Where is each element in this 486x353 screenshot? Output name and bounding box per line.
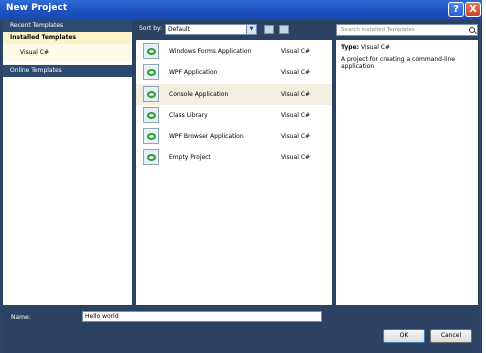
template-item-wpf[interactable]: WPF Application Visual C# — [136, 62, 332, 83]
close-button[interactable]: X — [465, 2, 481, 17]
project-name-input[interactable]: Hello world — [82, 311, 322, 322]
wpf-application-icon — [143, 64, 159, 80]
template-name: WPF Browser Application — [169, 133, 244, 140]
template-item-empty-project[interactable]: Empty Project Visual C# — [136, 147, 332, 168]
title-bar[interactable]: New Project ? X — [0, 0, 482, 20]
template-language: Visual C# — [281, 48, 311, 55]
windows-forms-icon — [143, 43, 159, 59]
window-title: New Project — [6, 3, 68, 13]
wpf-browser-icon — [143, 128, 159, 144]
new-project-dialog: New Project ? X Recent Templates Install… — [0, 0, 482, 353]
template-item-wpf-browser[interactable]: WPF Browser Application Visual C# — [136, 126, 332, 147]
window-edge — [482, 0, 486, 353]
empty-project-icon — [143, 149, 159, 165]
template-list: Windows Forms Application Visual C# WPF … — [136, 40, 332, 305]
sort-label: Sort by: — [139, 25, 163, 32]
online-templates-item[interactable]: Online Templates — [3, 65, 132, 77]
type-label: Type: — [341, 44, 360, 51]
template-details-pane: Type: Visual C# A project for creating a… — [336, 40, 478, 305]
template-name: Console Application — [169, 91, 229, 98]
sort-dropdown[interactable]: Default ▼ — [165, 24, 257, 35]
tile-view-icon[interactable] — [279, 25, 289, 34]
ok-button[interactable]: OK — [383, 329, 425, 343]
cancel-button[interactable]: Cancel — [430, 329, 472, 343]
chevron-down-icon[interactable]: ▼ — [246, 25, 256, 34]
template-language: Visual C# — [281, 69, 311, 76]
template-language: Visual C# — [281, 154, 311, 161]
template-name: Empty Project — [169, 154, 211, 161]
recent-templates-item[interactable]: Recent Templates — [3, 20, 132, 32]
template-name: Class Library — [169, 112, 208, 119]
installed-templates-item[interactable]: Installed Templates — [3, 32, 132, 44]
template-language: Visual C# — [281, 112, 311, 119]
search-icon[interactable] — [469, 27, 475, 33]
type-line: Type: Visual C# — [341, 44, 390, 51]
template-language: Visual C# — [281, 133, 311, 140]
template-language: Visual C# — [281, 91, 311, 98]
sort-bar: Sort by: Default ▼ — [136, 20, 332, 40]
template-category-pane: Recent Templates Installed Templates Vis… — [3, 20, 132, 305]
template-name: WPF Application — [169, 69, 218, 76]
search-input[interactable]: Search Installed Templates — [336, 24, 478, 36]
template-item-class-library[interactable]: Class Library Visual C# — [136, 105, 332, 126]
visual-csharp-item[interactable]: Visual C# — [3, 44, 132, 62]
name-label: Name: — [11, 314, 31, 321]
class-library-icon — [143, 107, 159, 123]
list-view-icon[interactable] — [264, 25, 274, 34]
template-item-console[interactable]: Console Application Visual C# — [136, 84, 332, 105]
help-button[interactable]: ? — [448, 2, 464, 17]
template-item-windows-forms[interactable]: Windows Forms Application Visual C# — [136, 41, 332, 62]
type-value: Visual C# — [360, 44, 391, 51]
sort-selected-value: Default — [168, 26, 190, 33]
template-name: Windows Forms Application — [169, 48, 252, 55]
template-description: A project for creating a command-line ap… — [341, 56, 455, 70]
console-application-icon — [143, 86, 159, 102]
